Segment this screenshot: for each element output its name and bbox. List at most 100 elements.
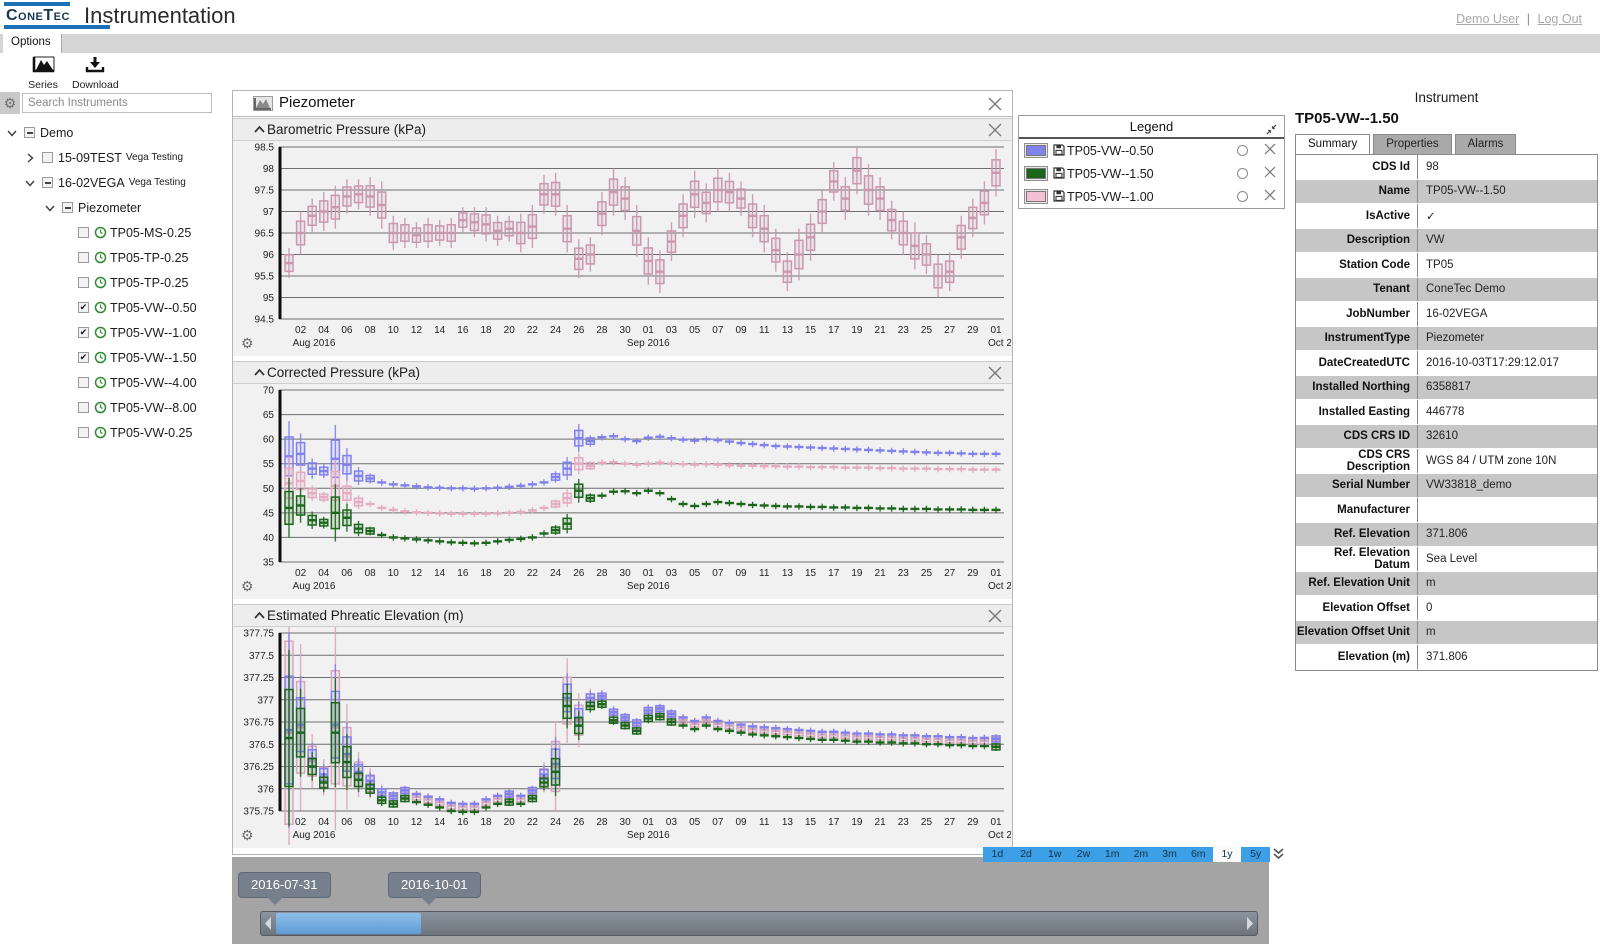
collapse-chevron-icon[interactable] [253, 364, 266, 382]
tree-item-tp05-vw-0.25[interactable]: TP05-VW-0.25 [0, 420, 232, 445]
chart-settings-gear-icon[interactable]: ⚙ [241, 578, 254, 595]
tree-item-16-02vega[interactable]: 16-02VEGAVega Testing [0, 170, 232, 195]
tree-item-15-09test[interactable]: 15-09TESTVega Testing [0, 145, 232, 170]
save-series-icon[interactable] [1051, 188, 1065, 206]
tree-item-tp05-tp-0.25[interactable]: TP05-TP-0.25 [0, 270, 232, 295]
checkbox-checked[interactable]: ✔ [78, 302, 89, 313]
series-color-swatch[interactable] [1024, 166, 1048, 181]
range-button-1y[interactable]: 1y [1213, 847, 1242, 862]
corrected-pressure-chart[interactable]: 7065605550454035020406081012141618202224… [233, 384, 1012, 601]
legend-remove-icon[interactable] [1264, 165, 1284, 183]
legend-series-name: TP05-VW--0.50 [1067, 144, 1237, 158]
chart-close-icon[interactable] [988, 123, 1002, 142]
range-button-1d[interactable]: 1d [983, 847, 1012, 862]
legend-radio[interactable] [1237, 191, 1248, 202]
scroll-left-arrow[interactable] [262, 915, 275, 932]
checkbox-unchecked[interactable] [78, 252, 89, 263]
checkbox-indeterminate[interactable] [62, 202, 73, 213]
range-button-6m[interactable]: 6m [1184, 847, 1213, 862]
svg-text:20: 20 [504, 568, 516, 579]
svg-text:Oct 2016: Oct 2016 [988, 338, 1011, 349]
svg-text:05: 05 [689, 568, 701, 579]
legend-radio[interactable] [1237, 168, 1248, 179]
svg-text:40: 40 [263, 533, 275, 544]
svg-text:07: 07 [712, 325, 724, 336]
range-button-2m[interactable]: 2m [1127, 847, 1156, 862]
legend-remove-icon[interactable] [1264, 142, 1284, 160]
save-series-icon[interactable] [1051, 165, 1065, 183]
series-color-swatch[interactable] [1024, 143, 1048, 158]
range-button-1w[interactable]: 1w [1040, 847, 1069, 862]
svg-text:18: 18 [480, 568, 492, 579]
series-button[interactable]: Series [20, 56, 66, 91]
range-button-2d[interactable]: 2d [1012, 847, 1041, 862]
range-button-3m[interactable]: 3m [1155, 847, 1184, 862]
tree-item-tp05-vw--0.50[interactable]: ✔TP05-VW--0.50 [0, 295, 232, 320]
tab-properties[interactable]: Properties [1373, 134, 1451, 154]
checkbox-unchecked[interactable] [42, 152, 53, 163]
chevron-down-icon[interactable] [44, 202, 58, 214]
tree-item-tp05-vw--8.00[interactable]: TP05-VW--8.00 [0, 395, 232, 420]
checkbox-checked[interactable]: ✔ [78, 352, 89, 363]
svg-text:02: 02 [295, 817, 307, 828]
save-series-icon[interactable] [1051, 142, 1065, 160]
range-button-5y[interactable]: 5y [1241, 847, 1270, 862]
scroll-right-arrow[interactable] [1243, 915, 1256, 932]
logout-link[interactable]: Log Out [1538, 12, 1582, 26]
chart-settings-gear-icon[interactable]: ⚙ [241, 335, 254, 352]
panel-close-icon[interactable] [988, 97, 1002, 116]
tab-summary[interactable]: Summary [1295, 134, 1370, 154]
tree-item-tp05-vw--1.50[interactable]: ✔TP05-VW--1.50 [0, 345, 232, 370]
svg-text:98.5: 98.5 [255, 143, 275, 154]
tree-item-tp05-ms-0.25[interactable]: TP05-MS-0.25 [0, 220, 232, 245]
double-chevron-down-icon[interactable] [1272, 847, 1285, 866]
collapse-chevron-icon[interactable] [253, 607, 266, 625]
range-button-2w[interactable]: 2w [1069, 847, 1098, 862]
field-value: Sea Level [1418, 553, 1597, 565]
chart-close-icon[interactable] [988, 609, 1002, 628]
chevron-down-icon[interactable] [24, 177, 38, 189]
checkbox-unchecked[interactable] [78, 402, 89, 413]
svg-text:20: 20 [504, 325, 516, 336]
range-start-tooltip[interactable]: 2016-07-31 [238, 872, 331, 898]
svg-text:16: 16 [457, 817, 469, 828]
search-gear-icon[interactable]: ⚙ [0, 92, 20, 114]
series-color-swatch[interactable] [1024, 189, 1048, 204]
chart-settings-gear-icon[interactable]: ⚙ [241, 827, 254, 844]
legend-collapse-icon[interactable] [1265, 121, 1278, 143]
chevron-right-icon[interactable] [24, 152, 38, 164]
chart-close-icon[interactable] [988, 366, 1002, 385]
tree-item-piezometer[interactable]: Piezometer [0, 195, 232, 220]
legend-remove-icon[interactable] [1264, 188, 1284, 206]
svg-text:22: 22 [527, 325, 539, 336]
checkbox-indeterminate[interactable] [42, 177, 53, 188]
tab-options[interactable]: Options [3, 34, 62, 53]
download-button[interactable]: Download [72, 56, 118, 91]
range-end-tooltip[interactable]: 2016-10-01 [388, 872, 481, 898]
chevron-down-icon[interactable] [6, 127, 20, 139]
date-scrollbar-track[interactable] [260, 911, 1258, 936]
checkbox-checked[interactable]: ✔ [78, 327, 89, 338]
tab-alarms[interactable]: Alarms [1455, 134, 1517, 154]
barometric-pressure-chart[interactable]: 98.59897.59796.59695.59594.5020406081012… [233, 141, 1012, 358]
checkbox-unchecked[interactable] [78, 227, 89, 238]
phreatic-elevation-chart[interactable]: 377.75377.5377.25377376.75376.5376.25376… [233, 627, 1012, 850]
legend-radio[interactable] [1237, 145, 1248, 156]
checkbox-indeterminate[interactable] [24, 127, 35, 138]
tree-item-tp05-vw--1.00[interactable]: ✔TP05-VW--1.00 [0, 320, 232, 345]
svg-text:Aug 2016: Aug 2016 [293, 830, 336, 841]
svg-text:95.5: 95.5 [255, 272, 275, 283]
collapse-chevron-icon[interactable] [253, 121, 266, 139]
piezometer-panel: Piezometer Barometric Pressure (kPa) 98.… [232, 90, 1013, 855]
checkbox-unchecked[interactable] [78, 377, 89, 388]
user-link[interactable]: Demo User [1456, 12, 1519, 26]
checkbox-unchecked[interactable] [78, 427, 89, 438]
tree-item-tp05-vw--4.00[interactable]: TP05-VW--4.00 [0, 370, 232, 395]
tree-item-tp05-tp-0.25[interactable]: TP05-TP-0.25 [0, 245, 232, 270]
tree-item-demo[interactable]: Demo [0, 120, 232, 145]
search-input[interactable] [22, 93, 212, 113]
svg-text:19: 19 [851, 817, 863, 828]
checkbox-unchecked[interactable] [78, 277, 89, 288]
selected-date-range-handle[interactable] [276, 913, 421, 934]
range-button-1m[interactable]: 1m [1098, 847, 1127, 862]
